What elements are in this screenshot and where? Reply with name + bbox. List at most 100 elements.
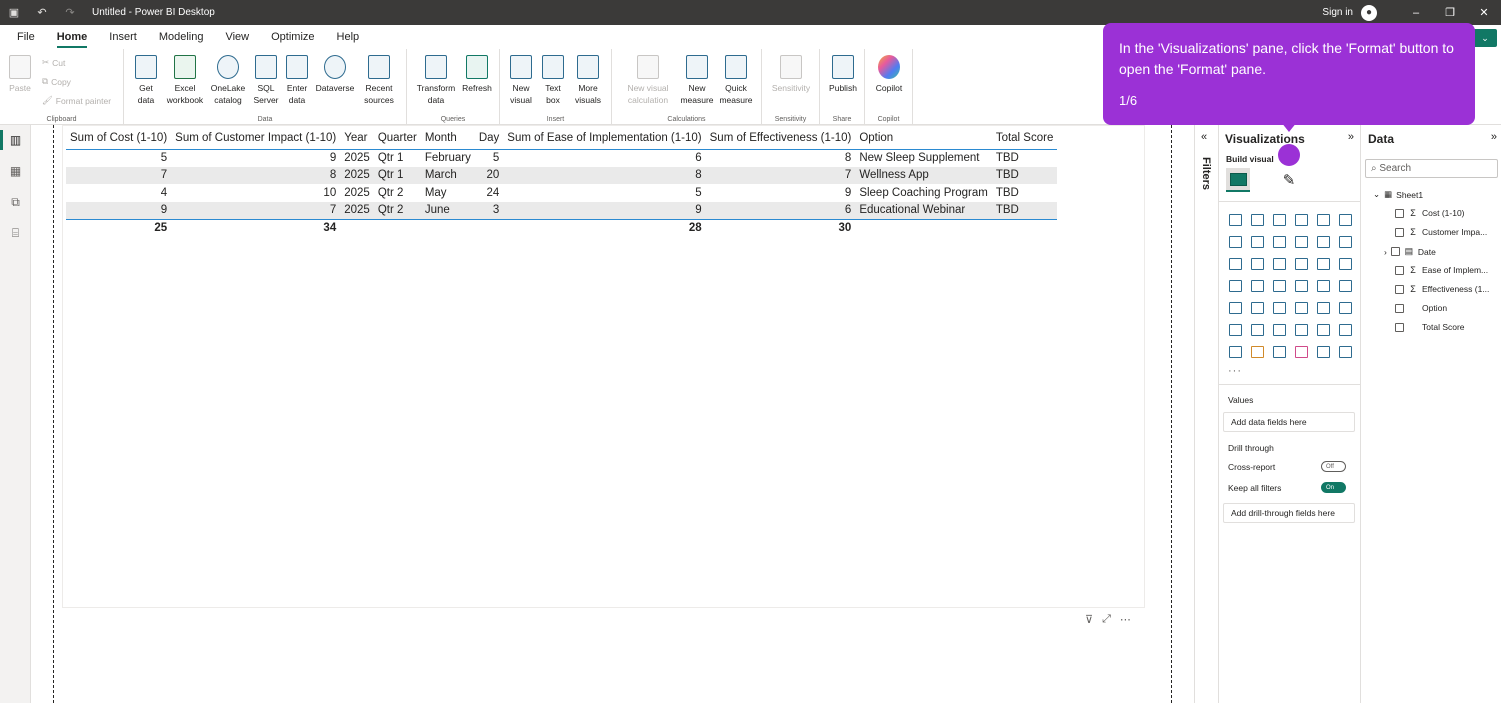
collapse-visualizations-icon[interactable]: » (1348, 131, 1354, 143)
header-month[interactable]: Month (420, 127, 475, 150)
ribbon-chart-icon[interactable] (1226, 255, 1243, 271)
paginated-report-icon[interactable] (1226, 343, 1243, 359)
dax-query-view-icon[interactable]: ⌸ (8, 226, 23, 241)
field-item[interactable]: Σ Ease of Implem... (1395, 265, 1488, 275)
narrative-icon[interactable] (1292, 343, 1309, 359)
excel-workbook-button[interactable]: Excel workbook (163, 55, 207, 106)
stacked-area-chart-icon[interactable] (1270, 233, 1287, 249)
chevron-visual-icon[interactable] (1336, 343, 1353, 359)
stacked-column-chart-icon[interactable] (1248, 211, 1265, 227)
tab-view[interactable]: View (214, 25, 260, 49)
r-script-visual-icon[interactable] (1336, 299, 1353, 315)
decomposition-tree-icon[interactable] (1270, 321, 1287, 337)
report-view-icon[interactable]: ▥ (8, 133, 23, 148)
donut-chart-icon[interactable] (1336, 255, 1353, 271)
values-drop-well[interactable]: Add data fields here (1223, 412, 1355, 432)
header-day[interactable]: Day (474, 127, 504, 150)
save-icon[interactable]: ▣ (0, 0, 28, 25)
header-cost[interactable]: Sum of Cost (1-10) (66, 127, 172, 150)
data-search-input[interactable]: ⌕ Search (1365, 159, 1498, 178)
area-chart-icon[interactable] (1248, 233, 1265, 249)
drill-through-drop-well[interactable]: Add drill-through fields here (1223, 503, 1355, 523)
header-ease[interactable]: Sum of Ease of Implementation (1-10) (503, 127, 706, 150)
keep-filters-toggle[interactable]: On (1321, 482, 1346, 493)
recent-sources-button[interactable]: Recent sources (358, 55, 400, 106)
sql-server-button[interactable]: SQL Server (251, 55, 281, 106)
new-visual-calculation-button[interactable]: New visual calculation (622, 55, 674, 106)
100-stacked-bar-chart-icon[interactable] (1314, 211, 1331, 227)
field-checkbox[interactable] (1395, 284, 1404, 294)
table-visual-icon[interactable] (1292, 299, 1309, 315)
tab-help[interactable]: Help (326, 25, 371, 49)
power-automate-icon[interactable] (1270, 343, 1287, 359)
focus-mode-icon[interactable]: ⤢ (1102, 613, 1111, 626)
table-node-sheet1[interactable]: ⌄ ▦ Sheet1 (1373, 189, 1423, 200)
undo-icon[interactable]: ↶ (28, 0, 56, 25)
new-visual-button[interactable]: New visual (506, 55, 536, 106)
matrix-icon[interactable] (1314, 299, 1331, 315)
field-item[interactable]: Σ Customer Impa... (1395, 227, 1487, 237)
header-customer-impact[interactable]: Sum of Customer Impact (1-10) (171, 127, 341, 150)
model-view-icon[interactable]: ⧉ (8, 195, 23, 210)
clustered-column-chart-icon[interactable] (1292, 211, 1309, 227)
header-quarter[interactable]: Quarter (373, 127, 421, 150)
gauge-icon[interactable] (1314, 277, 1331, 293)
onelake-catalog-button[interactable]: OneLake catalog (208, 55, 248, 106)
table-view-icon[interactable]: ▦ (8, 164, 23, 179)
copilot-button[interactable]: Copilot (871, 55, 907, 94)
tab-insert[interactable]: Insert (98, 25, 148, 49)
line-stacked-column-chart-icon[interactable] (1314, 233, 1331, 249)
slicer-icon[interactable] (1270, 299, 1287, 315)
funnel-chart-icon[interactable] (1270, 255, 1287, 271)
stacked-bar-chart-icon[interactable] (1226, 211, 1243, 227)
text-box-button[interactable]: Text box (539, 55, 567, 106)
cross-report-toggle[interactable]: Off (1321, 461, 1346, 472)
more-options-icon[interactable]: ⋯ (1120, 613, 1131, 626)
field-item[interactable]: Option (1395, 303, 1447, 313)
transform-data-button[interactable]: Transform data (414, 55, 458, 106)
tab-home[interactable]: Home (46, 25, 99, 49)
scatter-chart-icon[interactable] (1292, 255, 1309, 271)
header-effectiveness[interactable]: Sum of Effectiveness (1-10) (705, 127, 856, 150)
python-visual-icon[interactable] (1226, 321, 1243, 337)
more-visuals-ellipsis[interactable]: ··· (1228, 365, 1242, 377)
copy-button[interactable]: ⧉ Copy (42, 76, 71, 87)
kpi-icon[interactable] (1248, 299, 1265, 315)
field-checkbox[interactable] (1395, 322, 1404, 332)
field-checkbox[interactable] (1395, 265, 1404, 275)
format-painter-button[interactable]: 🖌 Format painter (42, 95, 111, 106)
field-item[interactable]: Σ Cost (1-10) (1395, 208, 1465, 218)
tab-modeling[interactable]: Modeling (148, 25, 215, 49)
filled-map-icon[interactable] (1270, 277, 1287, 293)
100-stacked-column-chart-icon[interactable] (1336, 211, 1353, 227)
restore-button[interactable]: ❐ (1433, 0, 1467, 25)
get-data-button[interactable]: Get data (130, 55, 162, 106)
more-visuals-button[interactable]: More visuals (569, 55, 607, 106)
minimize-button[interactable]: – (1399, 0, 1433, 25)
dataverse-button[interactable]: Dataverse (313, 55, 357, 94)
key-influencers-icon[interactable] (1248, 321, 1265, 337)
format-visual-button[interactable]: ✎ (1277, 168, 1301, 192)
field-checkbox[interactable] (1390, 247, 1400, 256)
clustered-bar-chart-icon[interactable] (1270, 211, 1287, 227)
smart-narrative-icon[interactable] (1314, 321, 1331, 337)
share-button[interactable]: ⌄ (1473, 29, 1497, 47)
header-option[interactable]: Option (855, 127, 992, 150)
pie-chart-icon[interactable] (1314, 255, 1331, 271)
sensitivity-button[interactable]: Sensitivity (766, 55, 816, 94)
field-checkbox[interactable] (1395, 227, 1404, 237)
expand-filters-icon[interactable]: « (1201, 131, 1207, 143)
tab-file[interactable]: File (0, 25, 46, 49)
qa-visual-icon[interactable] (1292, 321, 1309, 337)
map-icon[interactable] (1248, 277, 1265, 293)
copilot-visual-icon[interactable] (1314, 343, 1331, 359)
waterfall-chart-icon[interactable] (1248, 255, 1265, 271)
redo-icon[interactable]: ↷ (56, 0, 84, 25)
line-chart-icon[interactable] (1226, 233, 1243, 249)
card-icon[interactable] (1336, 277, 1353, 293)
field-item[interactable]: Total Score (1395, 322, 1465, 332)
quick-measure-button[interactable]: Quick measure (716, 55, 756, 106)
power-apps-icon[interactable] (1248, 343, 1265, 359)
field-checkbox[interactable] (1395, 208, 1404, 218)
line-clustered-column-chart-icon[interactable] (1336, 233, 1353, 249)
